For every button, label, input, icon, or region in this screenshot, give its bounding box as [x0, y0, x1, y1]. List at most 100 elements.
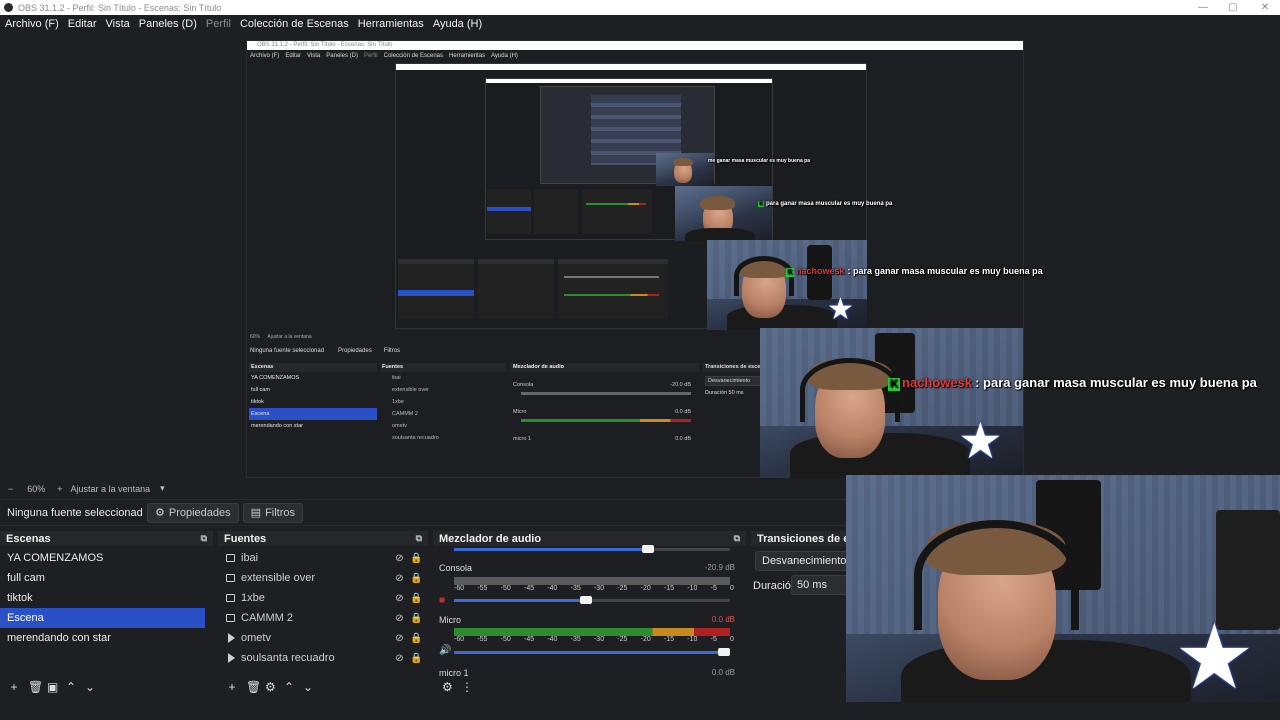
lock-icon[interactable]: 🔒 — [408, 653, 425, 664]
eye-hidden-icon[interactable]: ⊘ — [391, 653, 408, 664]
eye-hidden-icon[interactable]: ⊘ — [391, 613, 408, 624]
zoom-in-button[interactable]: + — [57, 484, 62, 494]
chevron-down-icon[interactable]: ▾ — [160, 483, 165, 494]
move-down-icon[interactable]: ⌄ — [303, 680, 313, 694]
properties-label: Propiedades — [168, 506, 231, 519]
nested-menu-item: Herramientas — [449, 52, 486, 59]
menu-herramientas[interactable]: Herramientas — [353, 18, 428, 30]
fit-to-window-select[interactable]: Ajustar a la ventana — [71, 484, 151, 494]
webcam-feed-large: ★ — [760, 328, 1023, 478]
scale-tick: -55 — [477, 636, 488, 643]
volume-fader-micro[interactable] — [454, 648, 730, 656]
eye-hidden-icon[interactable]: ⊘ — [391, 573, 408, 584]
source-item-1xbe[interactable]: 1xbe ⊘ 🔒 — [218, 588, 428, 608]
window-icon — [226, 594, 235, 602]
speaker-icon[interactable]: 🔊 — [439, 645, 451, 656]
zoom-out-button[interactable]: − — [8, 484, 13, 494]
properties-button[interactable]: ⚙ Propiedades — [147, 502, 239, 523]
volume-fader-consola[interactable] — [454, 596, 730, 604]
source-item-ometv[interactable]: ometv ⊘ 🔒 — [218, 628, 428, 648]
dock-popout-icon[interactable]: ⧉ — [734, 533, 740, 544]
preview-zoom-bar: − 60% + Ajustar a la ventana ▾ — [0, 478, 846, 500]
nested-menu-item: Archivo (F) — [250, 52, 280, 59]
window-icon — [226, 614, 235, 622]
menu-editar[interactable]: Editar — [63, 18, 101, 30]
scene-item-ya-comenzamos[interactable]: YA COMENZAMOS — [0, 548, 213, 568]
nested-mixer-dock: Mezclador de audio Consola -20.0 dB Micro… — [511, 363, 699, 463]
nested-source-item: CAMMM 2 — [392, 411, 418, 417]
scene-item-tiktok[interactable]: tiktok — [0, 588, 213, 608]
scale-tick: -40 — [547, 636, 558, 643]
chat-badge-medium: K — [786, 268, 794, 277]
sources-dock: Fuentes ⧉ ibai ⊘ 🔒 extensible over ⊘ 🔒 1xbe ⊘ 🔒… — [218, 531, 428, 702]
menu-archivo[interactable]: Archivo (F) — [0, 18, 63, 30]
filters-button[interactable]: ▤ Filtros — [242, 502, 304, 523]
scale-tick: -10 — [687, 585, 698, 592]
lock-icon[interactable]: 🔒 — [408, 633, 425, 644]
star-logo-icon: ★ — [827, 293, 854, 326]
eye-hidden-icon[interactable]: ⊘ — [391, 553, 408, 564]
channel-db: -20.9 dB — [704, 563, 735, 572]
minimize-icon[interactable]: — — [1188, 0, 1218, 15]
menu-paneles[interactable]: Paneles (D) — [134, 18, 201, 30]
lock-icon[interactable]: 🔒 — [408, 593, 425, 604]
scene-item-merendando[interactable]: merendando con star — [0, 628, 213, 648]
sources-title: Fuentes — [224, 532, 267, 545]
scenes-header: Escenas ⧉ — [0, 531, 213, 546]
scale-tick: -50 — [500, 636, 511, 643]
trash-icon[interactable]: 🗑 — [28, 680, 43, 694]
webcam-feed-small — [675, 186, 772, 241]
close-icon[interactable]: ✕ — [1250, 0, 1280, 15]
nested-menu-item: Vista — [307, 52, 321, 59]
scene-item-full-cam[interactable]: full cam — [0, 568, 213, 588]
lock-icon[interactable]: 🔒 — [408, 553, 425, 564]
chat-message-medium: : para ganar masa muscular es muy buena … — [847, 266, 1043, 276]
add-scene-button[interactable]: + — [9, 680, 19, 694]
transition-select[interactable]: Desvanecimiento — [755, 551, 846, 571]
scene-filter-icon[interactable]: ▣ — [47, 680, 58, 694]
muted-speaker-icon[interactable]: ■ — [439, 595, 445, 606]
menu-coleccion-escenas[interactable]: Colección de Escenas — [235, 18, 353, 30]
source-item-soulsanta[interactable]: soulsanta recuadro ⊘ 🔒 — [218, 648, 428, 668]
nested-menu-item: Ayuda (H) — [491, 52, 518, 59]
source-item-cammm-2[interactable]: CAMMM 2 ⊘ 🔒 — [218, 608, 428, 628]
move-down-icon[interactable]: ⌄ — [85, 680, 95, 694]
dock-popout-icon[interactable]: ⧉ — [201, 533, 207, 544]
lock-icon[interactable]: 🔒 — [408, 613, 425, 624]
source-label: CAMMM 2 — [241, 612, 293, 624]
source-item-extensible-over[interactable]: extensible over ⊘ 🔒 — [218, 568, 428, 588]
nested-scene-item: YA COMENZAMOS — [251, 375, 300, 381]
webcam-feed-main: ★ — [846, 475, 1280, 720]
scale-tick: -45 — [523, 636, 535, 643]
filter-icon: ▤ — [250, 507, 262, 519]
menu-vista[interactable]: Vista — [101, 18, 134, 30]
nested-scene-item: merendando con star — [251, 423, 303, 429]
menu-ayuda[interactable]: Ayuda (H) — [428, 18, 486, 30]
maximize-icon[interactable]: ▢ — [1218, 0, 1248, 15]
duration-input[interactable]: 50 ms — [791, 575, 846, 595]
menu-perfil[interactable]: Perfil — [201, 18, 235, 30]
lock-icon[interactable]: 🔒 — [408, 573, 425, 584]
scale-tick: -10 — [687, 636, 698, 643]
add-source-button[interactable]: + — [227, 680, 237, 694]
nested-micro-label: Micro — [513, 409, 527, 415]
dock-popout-icon[interactable]: ⧉ — [416, 533, 422, 544]
move-up-icon[interactable]: ⌃ — [284, 680, 294, 694]
audio-mixer-dock: Mezclador de audio ⧉ Consola -20.9 dB -60 -… — [433, 531, 746, 702]
more-options-icon[interactable]: ⋮ — [461, 680, 473, 694]
scale-tick: -60 — [454, 636, 465, 643]
eye-hidden-icon[interactable]: ⊘ — [391, 633, 408, 644]
nested-source-item: 1xbe — [392, 399, 404, 405]
eye-hidden-icon[interactable]: ⊘ — [391, 593, 408, 604]
trash-icon[interactable]: 🗑 — [246, 680, 261, 694]
scene-item-escena[interactable]: Escena — [0, 608, 205, 628]
move-up-icon[interactable]: ⌃ — [66, 680, 76, 694]
gear-icon[interactable]: ⚙ — [265, 680, 276, 694]
mixer-title: Mezclador de audio — [439, 532, 542, 545]
scale-tick: -20 — [640, 585, 651, 592]
advanced-audio-gear-icon[interactable]: ⚙ — [442, 680, 453, 694]
window-title: OBS 31.1.2 - Perfil: Sin Título - Escena… — [18, 2, 222, 13]
source-item-ibai[interactable]: ibai ⊘ 🔒 — [218, 548, 428, 568]
nested-source-item: ometv — [392, 423, 407, 429]
top-volume-slider[interactable] — [454, 545, 730, 553]
